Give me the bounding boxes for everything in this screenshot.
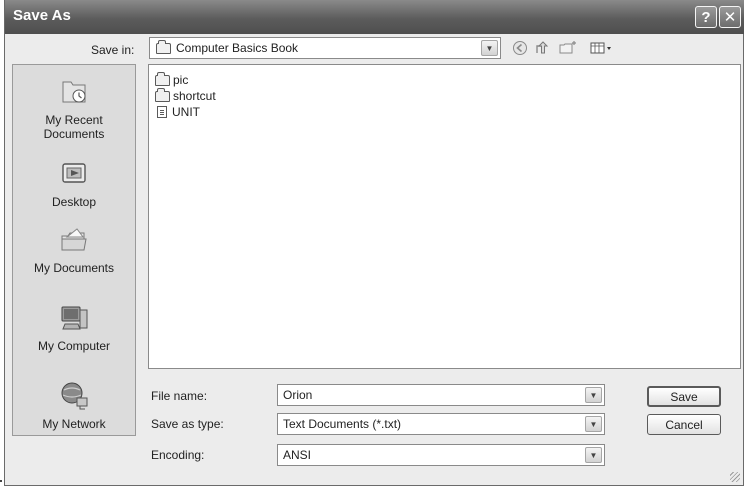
place-label: My Network: [42, 417, 106, 431]
text-file-icon: [157, 106, 167, 118]
back-icon[interactable]: [511, 39, 529, 57]
place-label: My Documents: [33, 261, 115, 275]
file-item-unit[interactable]: UNIT: [155, 105, 200, 119]
folder-icon: [155, 87, 170, 102]
views-menu-icon[interactable]: [587, 39, 617, 57]
save-in-value: Computer Basics Book: [176, 41, 299, 55]
chevron-down-icon[interactable]: ▼: [481, 40, 498, 56]
chevron-down-icon[interactable]: ▼: [585, 447, 602, 463]
save-in-dropdown[interactable]: Computer Basics Book ▼: [149, 37, 501, 59]
place-label: My Recent Documents: [43, 113, 105, 141]
save-as-dialog: Save As ? ✕ Save in: Computer Basics Boo…: [4, 0, 744, 486]
desktop-icon: [57, 157, 91, 191]
encoding-dropdown[interactable]: ANSI ▼: [277, 444, 605, 466]
encoding-label: Encoding:: [151, 448, 205, 462]
place-my-documents[interactable]: My Documents: [13, 223, 135, 275]
file-name-label: File name:: [151, 389, 208, 403]
folder-icon: [155, 71, 170, 86]
up-folder-icon[interactable]: [533, 39, 551, 57]
file-name: pic: [173, 73, 189, 87]
chevron-down-icon[interactable]: ▼: [585, 416, 602, 432]
save-in-label: Save in:: [91, 43, 135, 57]
my-computer-icon: [57, 301, 91, 335]
save-as-type-dropdown[interactable]: Text Documents (*.txt) ▼: [277, 413, 605, 435]
folder-icon: [156, 39, 171, 54]
edge-mark: [0, 480, 2, 482]
places-bar: My Recent Documents Desktop My Documents…: [12, 64, 136, 436]
place-my-computer[interactable]: My Computer: [13, 301, 135, 353]
close-button[interactable]: ✕: [719, 6, 741, 28]
place-my-recent-documents[interactable]: My Recent Documents: [13, 75, 135, 141]
file-item-pic[interactable]: pic: [155, 71, 189, 87]
my-documents-icon: [57, 223, 91, 257]
file-list[interactable]: pic shortcut UNIT: [148, 64, 741, 369]
file-name-input[interactable]: Orion ▼: [277, 384, 605, 406]
dialog-title: Save As: [13, 7, 71, 24]
save-as-type-value: Text Documents (*.txt): [283, 417, 402, 431]
place-my-network[interactable]: My Network: [13, 379, 135, 431]
encoding-value: ANSI: [283, 448, 312, 462]
help-button[interactable]: ?: [695, 6, 717, 28]
file-name-value: Orion: [283, 388, 313, 402]
resize-grip[interactable]: [730, 472, 740, 482]
place-label: My Computer: [37, 339, 111, 353]
file-item-shortcut[interactable]: shortcut: [155, 87, 216, 103]
my-network-icon: [57, 379, 91, 413]
file-name: shortcut: [173, 89, 216, 103]
cancel-button[interactable]: Cancel: [647, 414, 721, 435]
place-label: Desktop: [51, 195, 97, 209]
file-name: UNIT: [172, 105, 200, 119]
place-desktop[interactable]: Desktop: [13, 157, 135, 209]
new-folder-icon[interactable]: [557, 39, 579, 57]
save-button[interactable]: Save: [647, 386, 721, 407]
chevron-down-icon[interactable]: ▼: [585, 387, 602, 403]
title-bar[interactable]: Save As ? ✕: [5, 0, 744, 34]
recent-documents-icon: [57, 75, 91, 109]
save-as-type-label: Save as type:: [151, 417, 224, 431]
